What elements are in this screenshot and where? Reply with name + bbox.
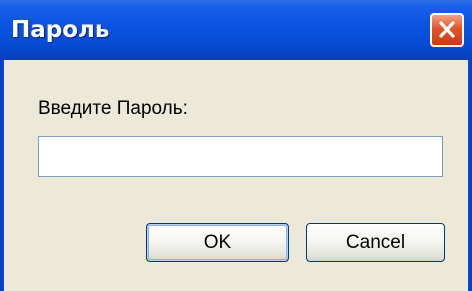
close-icon (439, 21, 455, 38)
password-prompt-label: Введите Пароль: (38, 98, 188, 119)
password-input[interactable] (38, 136, 443, 177)
ok-button[interactable]: OK (146, 223, 289, 262)
window-frame-left (0, 60, 4, 291)
close-button[interactable] (430, 13, 464, 47)
cancel-button[interactable]: Cancel (306, 223, 445, 262)
window-frame-right (468, 60, 472, 291)
dialog-title: Пароль (11, 17, 110, 43)
title-bar[interactable]: Пароль (0, 0, 472, 60)
password-dialog: Пароль Введите Пароль: OK Cancel (0, 0, 472, 291)
